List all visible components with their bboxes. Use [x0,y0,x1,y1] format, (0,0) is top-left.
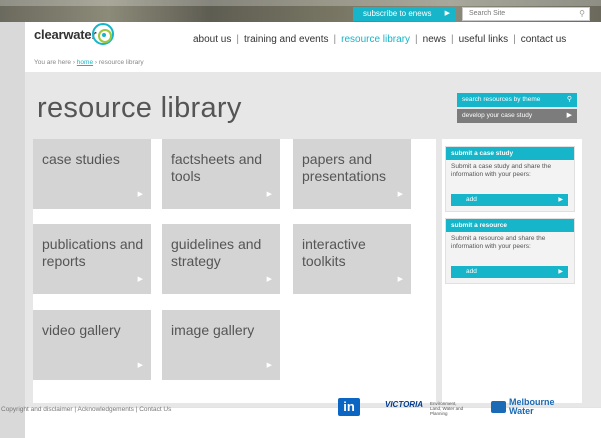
chevron-right-icon: ▶ [558,269,563,275]
nav-separator: | [451,34,454,45]
header-photo-strip: subscribe to enews ▶ Search Site ⚲ [0,0,601,22]
submit-case-study-card: submit a case study Submit a case study … [445,146,575,212]
develop-case-study-button[interactable]: develop your case study ▶ [457,109,577,123]
tile-guidelines-and-strategy[interactable]: guidelines and strategy ▶ [162,224,280,294]
footer-contact-link[interactable]: Contact Us [139,406,171,413]
card-text: Submit a resource and share the informat… [451,235,546,250]
breadcrumb-sep: › [72,59,75,66]
tile-label: case studies [42,151,120,167]
linkedin-label: in [343,399,355,414]
search-icon: ⚲ [566,96,572,103]
footer-links: Copyright and disclaimer | Acknowledgeme… [1,406,171,413]
subscribe-label: subscribe to enews [363,9,432,18]
resource-tile-grid: case studies ▶ factsheets and tools ▶ pa… [33,139,436,403]
tile-label: papers and presentations [302,151,387,184]
nav-item-news[interactable]: news [423,34,446,45]
victoria-department-text: Environment, Land, Water and Planning [430,401,464,416]
nav-separator: | [236,34,239,45]
chevron-right-icon: ▶ [137,362,143,369]
footer-separator: | [74,406,77,413]
develop-case-study-label: develop your case study [462,112,533,119]
nav-item-useful-links[interactable]: useful links [459,34,508,45]
breadcrumb-home-link[interactable]: home [77,59,93,66]
chevron-right-icon: ▶ [566,112,572,119]
nav-item-resource-library[interactable]: resource library [341,34,410,45]
footer-copyright-link[interactable]: Copyright and disclaimer [1,406,73,413]
submit-sidebar: submit a case study Submit a case study … [442,139,582,403]
header-photo-shade [0,0,601,6]
tile-label: image gallery [171,322,255,338]
nav-item-contact-us[interactable]: contact us [521,34,567,45]
victoria-government-logo[interactable]: VICTORIA Environment, Land, Water and Pl… [385,398,467,416]
tile-label: video gallery [42,322,121,338]
add-case-study-button[interactable]: add ▶ [451,194,568,206]
tile-image-gallery[interactable]: image gallery ▶ [162,310,280,380]
main-nav: about us | training and events | resource li… [193,34,566,45]
logo-text: clearwater [34,27,97,42]
search-placeholder: Search Site [469,10,506,17]
content-area: resource library search resources by the… [25,72,601,407]
search-icon[interactable]: ⚲ [579,8,585,20]
breadcrumb: You are here › home › resource library [34,59,144,66]
add-label: add [466,196,477,203]
chevron-right-icon: ▶ [558,197,563,203]
chevron-right-icon: ▶ [266,191,272,198]
chevron-right-icon: ▶ [266,362,272,369]
search-input[interactable]: Search Site ⚲ [462,7,590,21]
breadcrumb-prefix: You are here [34,59,71,66]
search-by-theme-label: search resources by theme [462,96,541,103]
nav-separator: | [513,34,516,45]
chevron-right-icon: ▶ [444,10,450,17]
breadcrumb-current: resource library [98,59,144,66]
card-title: submit a resource [446,219,574,232]
logo-mark-icon [92,23,114,45]
tile-factsheets-and-tools[interactable]: factsheets and tools ▶ [162,139,280,209]
melbourne-water-line2: Water [509,406,534,416]
footer-acknowledgements-link[interactable]: Acknowledgements [78,406,134,413]
submit-resource-card: submit a resource Submit a resource and … [445,218,575,284]
page-title: resource library [37,92,242,124]
page-panel: clearwater about us | training and events |… [25,22,601,438]
tile-video-gallery[interactable]: video gallery ▶ [33,310,151,380]
subscribe-enews-button[interactable]: subscribe to enews ▶ [353,7,456,21]
nav-item-training-and-events[interactable]: training and events [244,34,329,45]
tile-papers-and-presentations[interactable]: papers and presentations ▶ [293,139,411,209]
tile-label: interactive toolkits [302,236,366,269]
tile-label: factsheets and tools [171,151,263,184]
tile-interactive-toolkits[interactable]: interactive toolkits ▶ [293,224,411,294]
linkedin-icon[interactable]: in [338,398,360,416]
melbourne-water-wave-icon [491,401,506,413]
tile-publications-and-reports[interactable]: publications and reports ▶ [33,224,151,294]
tile-label: publications and reports [42,236,144,269]
nav-item-about-us[interactable]: about us [193,34,231,45]
chevron-right-icon: ▶ [266,276,272,283]
add-label: add [466,268,477,275]
footer-separator: | [135,406,138,413]
breadcrumb-sep: › [94,59,98,66]
melbourne-water-logo[interactable]: Melbourne Water [491,397,555,417]
chevron-right-icon: ▶ [397,276,403,283]
tile-label: guidelines and strategy [171,236,262,269]
add-resource-button[interactable]: add ▶ [451,266,568,278]
nav-separator: | [333,34,337,45]
chevron-right-icon: ▶ [137,191,143,198]
chevron-right-icon: ▶ [397,191,403,198]
search-by-theme-button[interactable]: search resources by theme ⚲ [457,93,577,107]
tile-case-studies[interactable]: case studies ▶ [33,139,151,209]
nav-separator: | [415,34,418,45]
card-title: submit a case study [446,147,574,160]
victoria-wordmark: VICTORIA [385,400,424,409]
chevron-right-icon: ▶ [137,276,143,283]
card-text: Submit a case study and share the inform… [451,163,552,178]
